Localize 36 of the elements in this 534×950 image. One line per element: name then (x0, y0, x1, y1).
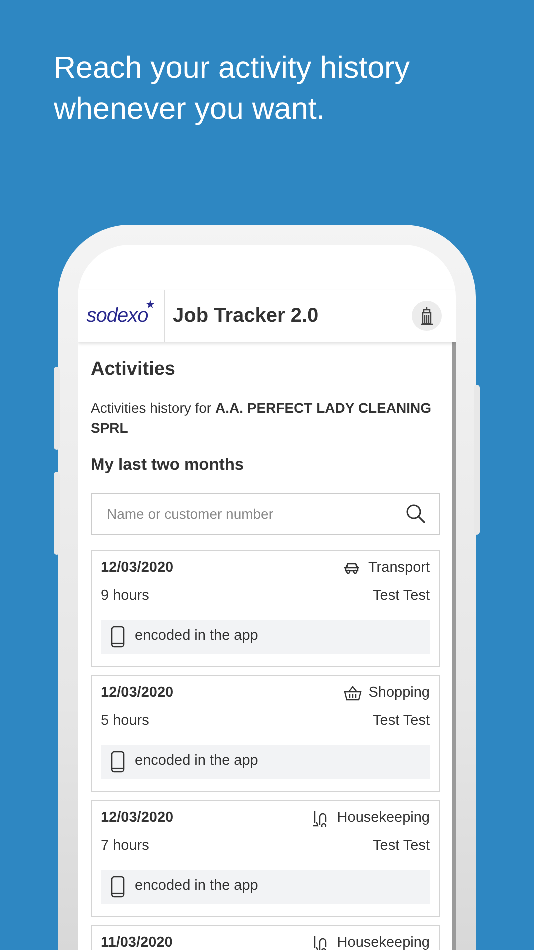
activity-card[interactable]: 12/03/2020 Transport 9 hours Test Test encoded in the app (91, 550, 440, 667)
app-title: Job Tracker 2.0 (173, 304, 320, 329)
building-button[interactable] (412, 301, 442, 331)
logo: sodexo (86, 304, 148, 329)
phone-icon (111, 750, 125, 773)
source-text: encoded in the app (135, 626, 258, 646)
phone-icon (111, 626, 125, 648)
source-text: encoded in the app (135, 876, 258, 896)
headline: Reach your activity history whenever you want. (53, 50, 411, 128)
star-icon (146, 300, 156, 309)
building-icon (420, 307, 434, 325)
activity-hours: 7 hours (101, 836, 150, 856)
activity-date: 12/03/2020 (101, 684, 174, 703)
source-text: encoded in the app (135, 752, 258, 771)
activity-person: Test Test (373, 586, 430, 606)
activity-category: Shopping (368, 684, 430, 703)
activity-hours: 9 hours (101, 586, 150, 606)
activity-date: 11/03/2020 (101, 934, 173, 950)
activity-category: Transport (368, 558, 430, 578)
search-field[interactable]: Name or customer number (91, 492, 440, 535)
activity-date: 12/03/2020 (101, 558, 174, 578)
activity-category: Housekeeping (337, 808, 430, 828)
activity-person: Test Test (373, 836, 430, 856)
basket-icon (344, 685, 362, 702)
activity-card[interactable]: 11/03/2020 Housekeeping (91, 924, 440, 950)
activity-category: Housekeeping (337, 934, 430, 950)
activity-person: Test Test (373, 712, 430, 731)
activity-hours: 5 hours (101, 712, 150, 731)
intro-text: Activities history for A.A. PERFECT LADY CLEANING SPRL (91, 398, 432, 438)
activity-card[interactable]: 12/03/2020 Housekeeping 7 hours Test Test encoded in the app (91, 800, 440, 917)
activity-date: 12/03/2020 (101, 808, 174, 828)
phone-icon (111, 876, 125, 898)
activity-card[interactable]: 12/03/2020 Shopping 5 hours Test Test encoded in the app (91, 674, 440, 792)
search-icon (406, 504, 426, 524)
section-title: My last two months (91, 456, 246, 476)
page-title: Activities (91, 359, 176, 382)
